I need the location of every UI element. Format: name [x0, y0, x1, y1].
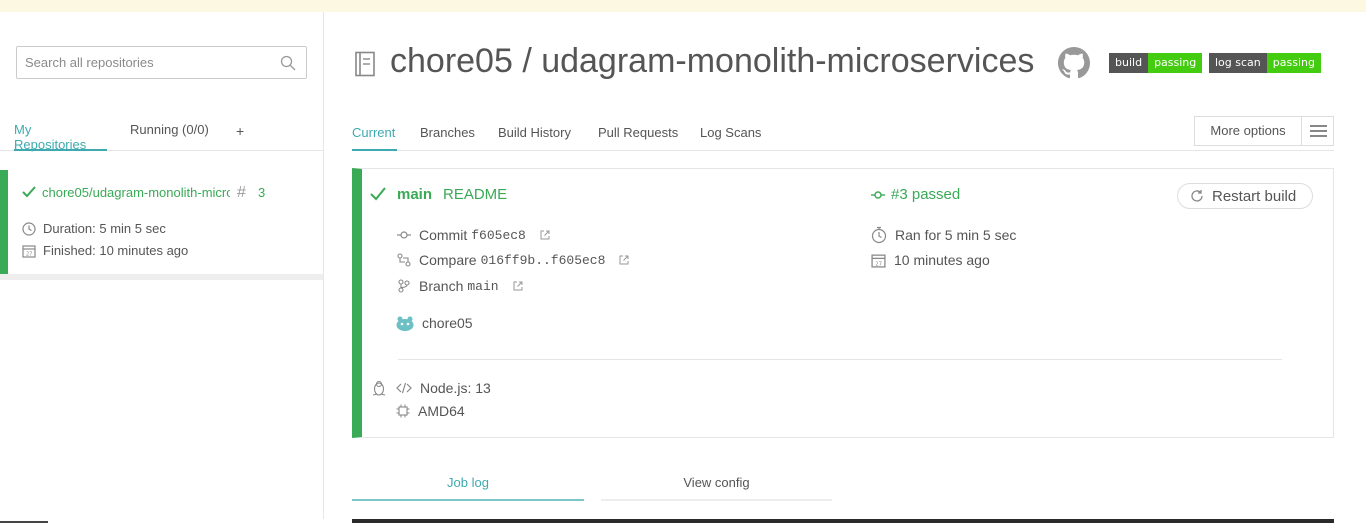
repository-icon: [354, 51, 376, 77]
log-tabs: Job log View config: [352, 470, 832, 501]
build-status-badge[interactable]: build passing: [1109, 53, 1203, 73]
avatar: [396, 315, 414, 331]
branch-label: Branch: [419, 278, 464, 294]
badge-value: passing: [1148, 53, 1203, 73]
page-title: chore05 / udagram-monolith-microservices: [390, 42, 1035, 80]
tab-current[interactable]: Current: [352, 125, 397, 151]
sidebar: My Repositories Running (0/0) + chore05/…: [0, 12, 324, 523]
tab-my-repositories[interactable]: My Repositories: [14, 122, 107, 152]
commit-label: Commit: [419, 227, 468, 243]
compare-row: Compare 016ff9b..f605ec8: [397, 252, 629, 268]
search-box[interactable]: [16, 46, 307, 79]
add-repository-button[interactable]: +: [236, 123, 244, 152]
repo-separator: [0, 274, 323, 280]
current-build-card: main README #3 passed Restart build Comm…: [352, 168, 1334, 438]
branch-link[interactable]: main: [467, 279, 498, 294]
badge-key: build: [1109, 53, 1149, 73]
linux-icon: [372, 380, 386, 396]
cpu-icon: [396, 404, 410, 418]
tab-build-history[interactable]: Build History: [498, 125, 571, 151]
badge-key: log scan: [1209, 53, 1267, 73]
environment-row: Node.js: 13: [372, 380, 491, 396]
restart-build-button[interactable]: Restart build: [1177, 183, 1313, 209]
calendar-icon: 27: [22, 244, 36, 258]
external-link-icon[interactable]: [619, 255, 629, 265]
author-row: chore05: [396, 315, 473, 331]
ran-for-row: Ran for 5 min 5 sec: [871, 226, 1016, 244]
language-text: Node.js: 13: [420, 380, 491, 396]
search-icon[interactable]: [280, 55, 296, 71]
build-status-text[interactable]: #3 passed: [891, 186, 960, 203]
arch-row: AMD64: [396, 403, 465, 419]
finished-text: Finished: 10 minutes ago: [43, 243, 189, 258]
tab-job-log[interactable]: Job log: [352, 470, 584, 501]
top-banner: [0, 0, 1366, 12]
divider: [398, 359, 1282, 360]
check-icon: [370, 187, 386, 201]
branch-icon: [397, 279, 411, 293]
badge-value: passing: [1266, 53, 1321, 73]
calendar-icon: 27: [871, 253, 886, 268]
github-icon[interactable]: [1058, 47, 1090, 79]
compare-icon: [397, 253, 411, 267]
branch-row: Branch main: [397, 278, 523, 294]
restart-icon: [1190, 189, 1204, 203]
build-branch-name: main: [397, 186, 433, 203]
sidebar-tabs: My Repositories Running (0/0) +: [0, 122, 323, 152]
stopwatch-icon: [871, 226, 887, 244]
search-input[interactable]: [17, 47, 267, 78]
build-number-link[interactable]: 3: [258, 185, 265, 200]
compare-label: Compare: [419, 252, 477, 268]
ran-for-text: Ran for 5 min 5 sec: [895, 227, 1017, 243]
commit-message: README: [443, 186, 508, 203]
finished-row: 27 10 minutes ago: [871, 252, 990, 268]
commit-row: Commit f605ec8: [397, 227, 550, 243]
log-area-top: [0, 519, 1366, 523]
code-icon: [396, 382, 412, 394]
more-options-button[interactable]: More options: [1194, 116, 1334, 146]
tab-log-scans[interactable]: Log Scans: [700, 125, 761, 151]
arch-text: AMD64: [418, 403, 465, 419]
duration-row: Duration: 5 min 5 sec: [22, 221, 166, 236]
external-link-icon[interactable]: [540, 230, 550, 240]
check-icon: [22, 186, 36, 198]
tab-view-config[interactable]: View config: [601, 470, 832, 501]
more-options-label[interactable]: More options: [1195, 117, 1302, 145]
clock-icon: [22, 221, 36, 236]
build-status[interactable]: #3 passed: [871, 186, 960, 203]
finished-row: 27 Finished: 10 minutes ago: [22, 243, 188, 258]
svg-text:27: 27: [875, 261, 882, 267]
tab-running[interactable]: Running (0/0): [130, 122, 209, 151]
repo-card[interactable]: chore05/udagram-monolith-microservices #…: [0, 170, 323, 274]
tab-pull-requests[interactable]: Pull Requests: [598, 125, 678, 151]
external-link-icon[interactable]: [513, 281, 523, 291]
svg-text:27: 27: [26, 251, 32, 257]
compare-range-link[interactable]: 016ff9b..f605ec8: [481, 253, 606, 268]
hash-icon: #: [237, 184, 246, 201]
repo-name-link[interactable]: chore05/udagram-monolith-microservices: [42, 185, 230, 200]
tab-branches[interactable]: Branches: [420, 125, 475, 151]
commit-sha-link[interactable]: f605ec8: [471, 228, 526, 243]
restart-build-label[interactable]: Restart build: [1212, 188, 1296, 205]
finished-ago-text: 10 minutes ago: [894, 252, 990, 268]
commit-icon: [871, 190, 885, 200]
hamburger-icon[interactable]: [1302, 117, 1333, 145]
log-scan-badge[interactable]: log scan passing: [1209, 53, 1321, 73]
main-tabs: Current Branches Build History Pull Requ…: [352, 118, 1334, 151]
duration-text: Duration: 5 min 5 sec: [43, 221, 166, 236]
author-name: chore05: [422, 315, 473, 331]
commit-icon: [397, 230, 411, 240]
